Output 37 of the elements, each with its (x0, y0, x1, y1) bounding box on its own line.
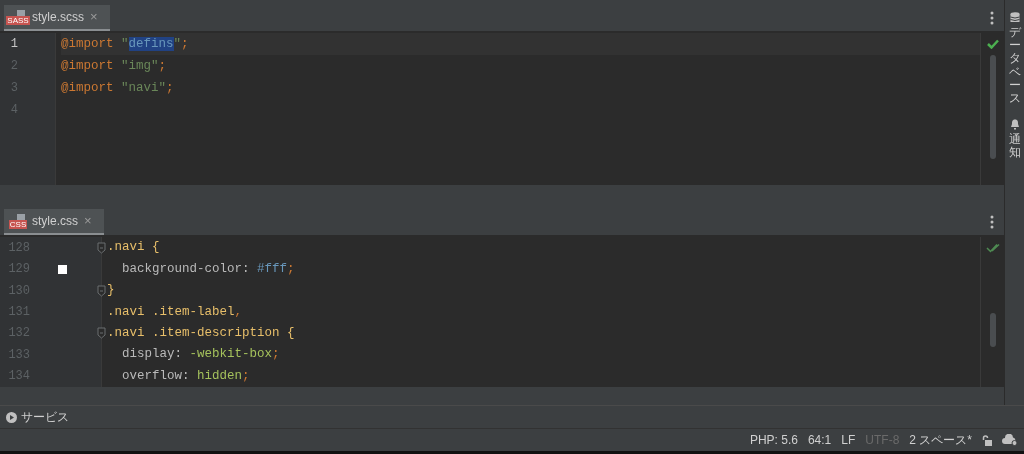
color-swatch[interactable] (58, 264, 67, 274)
status-item[interactable]: 64:1 (807, 431, 832, 449)
services-tab[interactable]: サービス (21, 408, 69, 426)
code-line: display: -webkit-box; (121, 346, 280, 364)
code-line: @import "defins"; (61, 35, 189, 53)
code-line: overflow: hidden; (121, 367, 250, 385)
editor-tab[interactable]: SASS style.scss × (4, 5, 110, 31)
status-item[interactable]: LF (841, 431, 856, 449)
database-icon[interactable] (1009, 12, 1020, 23)
code-line: } (107, 282, 115, 300)
code-line: .navi .item-label, (107, 303, 243, 321)
tab-label: style.scss (32, 9, 84, 26)
code-line: @import "navi"; (61, 79, 174, 97)
fold-marker-icon[interactable] (97, 284, 106, 297)
more-options-icon[interactable] (990, 215, 994, 229)
side-panel-tab[interactable]: データベース (1008, 26, 1021, 106)
fold-marker-icon[interactable] (97, 241, 106, 254)
cloud-gear-icon[interactable] (1002, 434, 1018, 446)
unlock-icon[interactable] (982, 434, 992, 446)
code-line: .navi .item-description { (107, 325, 295, 342)
code-line: background-color: #fff; (121, 260, 295, 278)
scrollbar-thumb[interactable] (989, 55, 996, 159)
status-item[interactable]: PHP: 5.6 (749, 431, 798, 449)
more-options-icon[interactable] (990, 11, 994, 25)
code-line: @import "img"; (61, 57, 167, 75)
bell-icon[interactable] (1009, 119, 1020, 131)
status-item[interactable]: 2 スペース* (909, 431, 972, 449)
fold-marker-icon[interactable] (97, 327, 106, 340)
tab-label: style.css (32, 213, 78, 230)
scrollbar-thumb[interactable] (989, 313, 996, 347)
double-check-icon (985, 243, 1000, 253)
code-line: .navi { (107, 239, 160, 257)
editor-tab[interactable]: CSS style.css × (4, 209, 104, 235)
play-icon[interactable] (6, 411, 17, 423)
check-icon (986, 39, 999, 49)
line-number: 1 (9, 36, 18, 53)
side-panel-tab[interactable]: 通知 (1008, 133, 1021, 160)
